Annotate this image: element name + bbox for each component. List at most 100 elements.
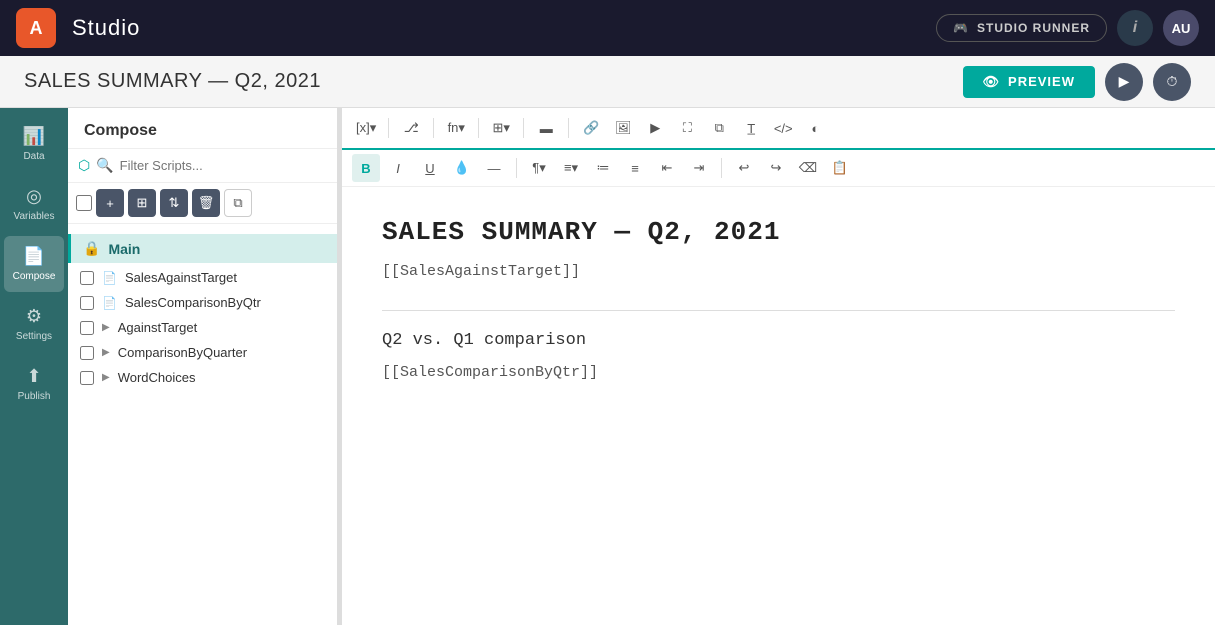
- preview-button[interactable]: 👁 PREVIEW: [963, 66, 1095, 98]
- sidebar-item-variables-label: Variables: [14, 211, 55, 222]
- image-button[interactable]: 🖼: [609, 114, 637, 142]
- editor-toolbar-row2: B I U 💧 — ¶▾ ≡▾ ≔: [342, 150, 1215, 187]
- theme-button[interactable]: ◐: [801, 114, 829, 142]
- group-checkbox-1[interactable]: [80, 321, 94, 335]
- theme-icon: ◐: [811, 121, 819, 136]
- link-icon: 🔗: [583, 120, 599, 136]
- separator-4: [523, 118, 524, 138]
- separator-element-button[interactable]: ▬: [532, 114, 560, 142]
- external-link-icon: ⧉: [715, 120, 724, 136]
- content-title: SALES SUMMARY — Q2, 2021: [382, 217, 1175, 247]
- script-item-sales-comparison-by-qtr[interactable]: 📄 SalesComparisonByQtr: [68, 290, 337, 315]
- link-button[interactable]: 🔗: [577, 114, 605, 142]
- sidebar-item-publish[interactable]: ⬆ Publish: [4, 356, 64, 412]
- group-item-comparison-by-quarter[interactable]: ▶ ComparisonByQuarter: [68, 340, 337, 365]
- video-icon: ▶: [650, 120, 660, 136]
- delete-icon: 🗑: [198, 195, 215, 211]
- avatar-button[interactable]: AU: [1163, 10, 1199, 46]
- page-title: SALES SUMMARY — Q2, 2021: [24, 70, 963, 93]
- image-icon: 🖼: [615, 120, 632, 136]
- paste-button[interactable]: 📋: [826, 154, 854, 182]
- italic-button[interactable]: I: [384, 154, 412, 182]
- delete-button[interactable]: 🗑: [192, 189, 220, 217]
- filter-scripts-input[interactable]: [120, 158, 327, 173]
- underline-button[interactable]: U: [416, 154, 444, 182]
- settings-icon: ⚙: [26, 306, 42, 327]
- variable-dropdown-button[interactable]: [x]▾: [352, 114, 380, 142]
- paste-icon: 📋: [832, 160, 848, 176]
- content-tag1: [[SalesAgainstTarget]]: [382, 263, 1175, 280]
- group-name-1: AgainstTarget: [118, 320, 198, 335]
- script-list: 🔒 Main 📄 SalesAgainstTarget 📄 SalesCompa…: [68, 224, 337, 625]
- script-item-sales-against-target[interactable]: 📄 SalesAgainstTarget: [68, 265, 337, 290]
- sidebar-item-data[interactable]: 📊 Data: [4, 116, 64, 172]
- script-checkbox-1[interactable]: [80, 271, 94, 285]
- erase-button[interactable]: ⌫: [794, 154, 822, 182]
- add-group-button[interactable]: ⊞: [128, 189, 156, 217]
- indent-increase-icon: ⇥: [694, 160, 705, 176]
- copy-button[interactable]: ⧉: [224, 189, 252, 217]
- expand-button[interactable]: ⛶: [673, 114, 701, 142]
- unordered-list-button[interactable]: ≡: [621, 154, 649, 182]
- group-checkbox-3[interactable]: [80, 371, 94, 385]
- editor-area: [x]▾ ⎇ fn▾ ⊞▾ ▬ 🔗 🖼: [342, 108, 1215, 625]
- external-link-button[interactable]: ⧉: [705, 114, 733, 142]
- editor-content[interactable]: SALES SUMMARY — Q2, 2021 [[SalesAgainstT…: [342, 187, 1215, 625]
- horizontal-rule-button[interactable]: —: [480, 154, 508, 182]
- main-script-item[interactable]: 🔒 Main: [68, 234, 337, 263]
- script-name-2: SalesComparisonByQtr: [125, 295, 261, 310]
- gauge-button[interactable]: ⏱: [1153, 63, 1191, 101]
- copy-icon: ⧉: [233, 195, 242, 211]
- sub-header-actions: 👁 PREVIEW ▶ ⏱: [963, 63, 1191, 101]
- separator-5: [568, 118, 569, 138]
- separator-7: [721, 158, 722, 178]
- code-button[interactable]: </>: [769, 114, 797, 142]
- publish-icon: ⬆: [26, 366, 41, 387]
- play-button[interactable]: ▶: [1105, 63, 1143, 101]
- text-block-button[interactable]: T̲: [737, 114, 765, 142]
- add-icon: +: [106, 196, 114, 211]
- info-button[interactable]: i: [1117, 10, 1153, 46]
- group-checkbox-2[interactable]: [80, 346, 94, 360]
- data-icon: 📊: [23, 126, 45, 147]
- sort-button[interactable]: ⇅: [160, 189, 188, 217]
- group-item-word-choices[interactable]: ▶ WordChoices: [68, 365, 337, 390]
- indent-increase-button[interactable]: ⇥: [685, 154, 713, 182]
- top-bar: A Studio 🎮 STUDIO RUNNER i AU: [0, 0, 1215, 56]
- add-group-icon: ⊞: [137, 195, 148, 211]
- component-icon: ⊞▾: [493, 120, 510, 136]
- align-dropdown[interactable]: ≡▾: [557, 154, 585, 182]
- panel-search: ⬡ 🔍: [68, 149, 337, 183]
- bold-button[interactable]: B: [352, 154, 380, 182]
- sidebar-item-compose[interactable]: 📄 Compose: [4, 236, 64, 292]
- sidebar-item-settings[interactable]: ⚙ Settings: [4, 296, 64, 352]
- preview-icon: 👁: [983, 74, 1001, 90]
- video-button[interactable]: ▶: [641, 114, 669, 142]
- add-script-button[interactable]: +: [96, 189, 124, 217]
- sub-header: SALES SUMMARY — Q2, 2021 👁 PREVIEW ▶ ⏱: [0, 56, 1215, 108]
- indent-decrease-button[interactable]: ⇤: [653, 154, 681, 182]
- component-dropdown-button[interactable]: ⊞▾: [487, 114, 515, 142]
- separator-2: [433, 118, 434, 138]
- italic-icon: I: [396, 161, 400, 176]
- separator-1: [388, 118, 389, 138]
- undo-button[interactable]: ↩: [730, 154, 758, 182]
- sidebar-item-compose-label: Compose: [13, 271, 56, 282]
- ink-color-button[interactable]: 💧: [448, 154, 476, 182]
- underline-icon: U: [425, 161, 434, 176]
- sidebar-item-variables[interactable]: ◎ Variables: [4, 176, 64, 232]
- ordered-list-button[interactable]: ≔: [589, 154, 617, 182]
- select-all-checkbox[interactable]: [76, 195, 92, 211]
- search-icon: 🔍: [96, 157, 113, 174]
- studio-runner-button[interactable]: 🎮 STUDIO RUNNER: [936, 14, 1107, 42]
- function-dropdown-button[interactable]: fn▾: [442, 114, 470, 142]
- redo-icon: ↪: [771, 160, 782, 176]
- paragraph-style-dropdown[interactable]: ¶▾: [525, 154, 553, 182]
- compose-icon: 📄: [23, 246, 45, 267]
- redo-button[interactable]: ↪: [762, 154, 790, 182]
- code-icon: </>: [774, 121, 793, 136]
- branch-button[interactable]: ⎇: [397, 114, 425, 142]
- unordered-list-icon: ≡: [631, 161, 639, 176]
- script-checkbox-2[interactable]: [80, 296, 94, 310]
- group-item-against-target[interactable]: ▶ AgainstTarget: [68, 315, 337, 340]
